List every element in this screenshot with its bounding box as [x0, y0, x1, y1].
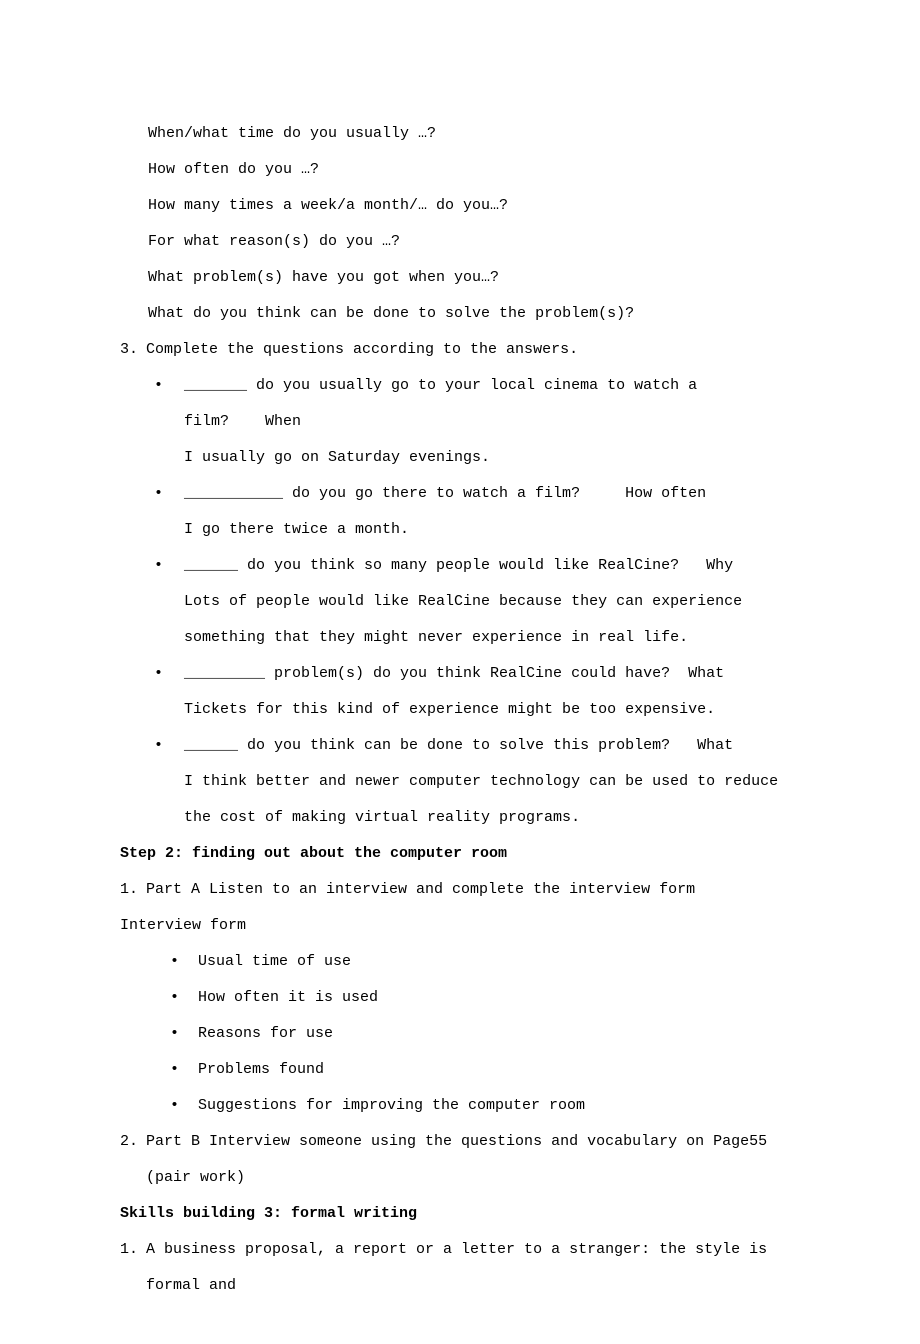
bullet-item: • ______ do you think can be done to sol…	[148, 728, 800, 836]
list-item-text: Reasons for use	[198, 1016, 800, 1052]
number-text: A business proposal, a report or a lette…	[146, 1232, 800, 1304]
question-line: How often do you …?	[148, 152, 800, 188]
fill-blank-answer: Why	[706, 557, 733, 574]
list-item: • Usual time of use	[164, 944, 800, 980]
number-marker: 3.	[120, 332, 146, 368]
list-item-text: Suggestions for improving the computer r…	[198, 1088, 800, 1124]
list-item: • Suggestions for improving the computer…	[164, 1088, 800, 1124]
question-line: What do you think can be done to solve t…	[148, 296, 800, 332]
list-item: • Problems found	[164, 1052, 800, 1088]
bullet-marker: •	[164, 1016, 198, 1052]
bullet-marker: •	[164, 944, 198, 980]
bullet-marker: •	[148, 368, 184, 404]
number-marker: 1.	[120, 1232, 146, 1268]
list-item: • Reasons for use	[164, 1016, 800, 1052]
question-line: For what reason(s) do you …?	[148, 224, 800, 260]
bullet-item: • _______ do you usually go to your loca…	[148, 368, 800, 476]
part-a-item: 1. Part A Listen to an interview and com…	[120, 872, 800, 908]
bullet-marker: •	[164, 980, 198, 1016]
interview-form-list: • Usual time of use • How often it is us…	[164, 944, 800, 1124]
interview-form-label: Interview form	[120, 908, 800, 944]
bullet-marker: •	[148, 728, 184, 764]
answer-line: Lots of people would like RealCine becau…	[184, 584, 800, 656]
bullet-marker: •	[164, 1088, 198, 1124]
fill-blank-answer: When	[265, 413, 301, 430]
list-item-text: Problems found	[198, 1052, 800, 1088]
step-2-heading: Step 2: finding out about the computer r…	[120, 836, 800, 872]
bullet-marker: •	[148, 548, 184, 584]
number-text: Part B Interview someone using the quest…	[146, 1124, 800, 1196]
fill-blank-answer: What	[688, 665, 724, 682]
document-page: When/what time do you usually …? How oft…	[0, 0, 920, 1344]
bullet-content: _________ problem(s) do you think RealCi…	[184, 656, 800, 728]
fill-blank-question: ______ do you think can be done to solve…	[184, 737, 670, 754]
list-item-text: How often it is used	[198, 980, 800, 1016]
fill-blank-question: ______ do you think so many people would…	[184, 557, 679, 574]
list-item-text: Usual time of use	[198, 944, 800, 980]
answer-line: I usually go on Saturday evenings.	[184, 440, 800, 476]
answer-line: I think better and newer computer techno…	[184, 764, 800, 836]
bullet-content: ______ do you think so many people would…	[184, 548, 800, 656]
bullet-marker: •	[148, 476, 184, 512]
skills-3-item: 1. A business proposal, a report or a le…	[120, 1232, 800, 1304]
bullet-item: • ___________ do you go there to watch a…	[148, 476, 800, 548]
bullet-marker: •	[148, 656, 184, 692]
fill-blank-question: ___________ do you go there to watch a f…	[184, 485, 580, 502]
skills-3-heading: Skills building 3: formal writing	[120, 1196, 800, 1232]
bullet-content: ___________ do you go there to watch a f…	[184, 476, 800, 548]
bullet-content: _______ do you usually go to your local …	[184, 368, 800, 476]
bullet-item: • ______ do you think so many people wou…	[148, 548, 800, 656]
fill-blank-question: _______ do you usually go to your local …	[184, 377, 697, 430]
number-marker: 1.	[120, 872, 146, 908]
number-text: Complete the questions according to the …	[146, 332, 800, 368]
list-item: • How often it is used	[164, 980, 800, 1016]
question-line: What problem(s) have you got when you…?	[148, 260, 800, 296]
part-b-item: 2. Part B Interview someone using the qu…	[120, 1124, 800, 1196]
bullet-item: • _________ problem(s) do you think Real…	[148, 656, 800, 728]
fill-blank-question: _________ problem(s) do you think RealCi…	[184, 665, 670, 682]
bullet-content: ______ do you think can be done to solve…	[184, 728, 800, 836]
answer-line: I go there twice a month.	[184, 512, 800, 548]
fill-blank-answer: What	[697, 737, 733, 754]
fill-blank-answer: How often	[625, 485, 706, 502]
numbered-item-3: 3. Complete the questions according to t…	[120, 332, 800, 368]
number-marker: 2.	[120, 1124, 146, 1160]
bullet-marker: •	[164, 1052, 198, 1088]
question-line: When/what time do you usually …?	[148, 116, 800, 152]
question-line: How many times a week/a month/… do you…?	[148, 188, 800, 224]
answer-line: Tickets for this kind of experience migh…	[184, 692, 800, 728]
number-text: Part A Listen to an interview and comple…	[146, 872, 800, 908]
